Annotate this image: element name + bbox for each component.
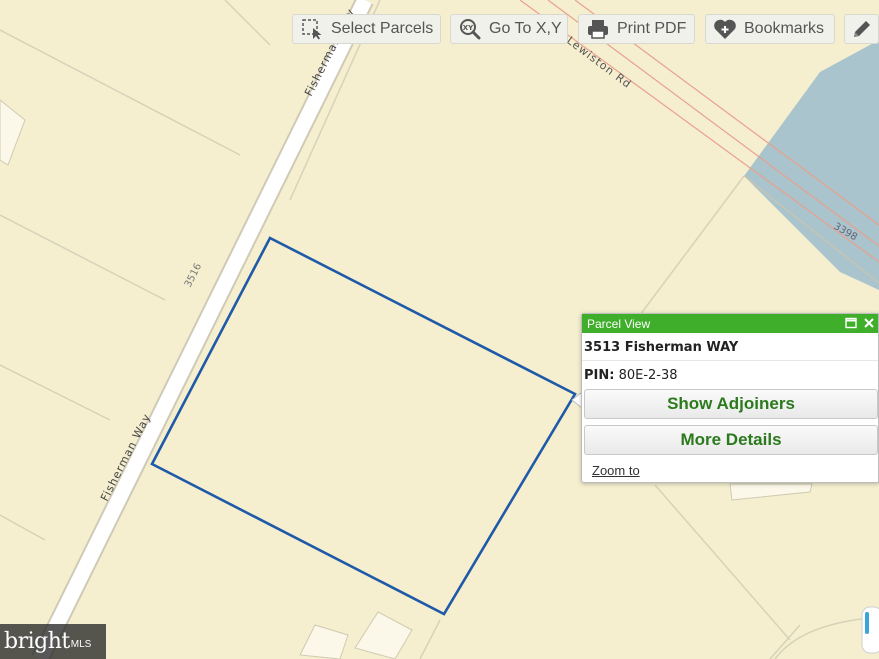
zoom-to-link[interactable]: Zoom to: [592, 463, 640, 478]
popup-header: Parcel View: [582, 314, 878, 333]
svg-text:XY: XY: [463, 24, 474, 32]
print-pdf-button[interactable]: Print PDF: [578, 14, 695, 44]
close-icon[interactable]: [862, 316, 876, 330]
popup-title: Parcel View: [587, 316, 651, 331]
bookmarks-label: Bookmarks: [744, 20, 825, 37]
select-parcels-button[interactable]: Select Parcels: [292, 14, 441, 44]
show-adjoiners-button[interactable]: Show Adjoiners: [584, 389, 878, 419]
map-widget-edge[interactable]: [861, 606, 879, 654]
select-parcels-label: Select Parcels: [331, 20, 434, 37]
pencil-icon: [851, 16, 873, 42]
watermark-brand: bright: [4, 629, 70, 654]
heart-icon: [712, 16, 738, 42]
bookmarks-button[interactable]: Bookmarks: [705, 14, 835, 44]
select-dashed-icon: [299, 16, 325, 42]
go-to-xy-label: Go To X,Y: [489, 20, 562, 37]
go-to-xy-button[interactable]: XY Go To X,Y: [450, 14, 568, 44]
parcel-view-popup: Parcel View 3513 Fisherman WAY PIN: 80E-…: [581, 313, 879, 483]
watermark-suffix: MLS: [70, 639, 92, 650]
pin-label: PIN:: [584, 368, 615, 383]
parcel-address: 3513 Fisherman WAY: [584, 340, 739, 355]
brightmls-watermark: bright MLS: [0, 624, 106, 659]
pin-value: 80E-2-38: [618, 368, 678, 383]
print-pdf-label: Print PDF: [617, 20, 687, 37]
maximize-icon[interactable]: [844, 316, 858, 330]
xy-magnifier-icon: XY: [457, 16, 483, 42]
more-details-button[interactable]: More Details: [584, 425, 878, 455]
printer-icon: [585, 16, 611, 42]
parcel-pin: PIN: 80E-2-38: [582, 361, 878, 383]
draw-button[interactable]: [844, 14, 879, 44]
map-widget-accent: [865, 612, 869, 634]
